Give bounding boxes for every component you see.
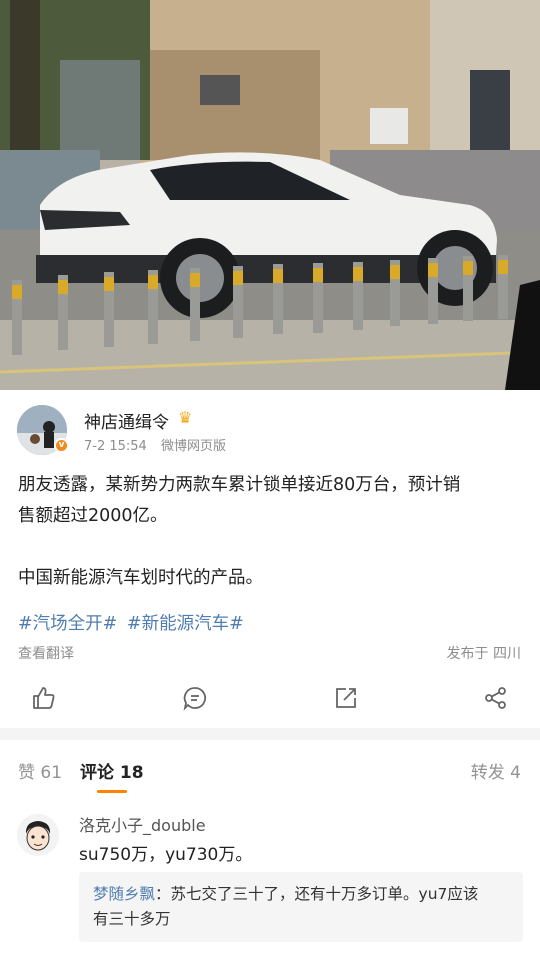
reply-preview[interactable]: 梦随乡飘：苏七交了三十了，还有十万多订单。yu7应该 有三十多万 (79, 872, 523, 942)
comment-icon[interactable] (182, 685, 208, 711)
post-content: 朋友透露，某新势力两款车累计锁单接近80万台，预计销 售额超过2000亿。 中国… (18, 470, 523, 594)
hashtags: #汽场全开# #新能源汽车# (18, 610, 248, 635)
translate-link[interactable]: 查看翻译 (18, 643, 74, 663)
post-photo[interactable] (0, 0, 540, 390)
content-line: 中国新能源汽车划时代的产品。 (18, 568, 263, 588)
interaction-tabs: 赞 61 评论 18 转发 4 (0, 740, 540, 798)
verified-badge-icon: v (54, 438, 69, 453)
username[interactable]: 神店通缉令 (84, 408, 169, 433)
reply-text: 有三十多万 (93, 910, 171, 928)
post-source: 微博网页版 (160, 439, 226, 454)
tab-likes[interactable]: 赞 61 (18, 758, 62, 783)
share-forward-icon[interactable] (333, 685, 359, 711)
post-location: 发布于 四川 (446, 646, 521, 662)
thumbs-up-icon[interactable] (31, 685, 57, 711)
crown-icon: ♛ (178, 408, 193, 427)
reply-text: ：苏七交了三十了，还有十万多订单。yu7应该 (155, 885, 479, 903)
post-meta: 7-2 15:54 微博网页版 (84, 435, 226, 454)
active-tab-indicator (97, 790, 127, 793)
tab-reposts[interactable]: 转发 4 (471, 758, 521, 783)
avatar[interactable] (17, 814, 59, 856)
comment-text: su750万，yu730万。 (79, 845, 253, 865)
comment-author[interactable]: 洛克小子_double (79, 812, 206, 836)
section-divider (0, 728, 540, 740)
reply-author[interactable]: 梦随乡飘 (93, 885, 155, 903)
content-line: 售额超过2000亿。 (18, 506, 168, 526)
action-bar (0, 680, 540, 720)
post-date: 7-2 15:54 (84, 439, 147, 454)
tab-comments[interactable]: 评论 18 (80, 758, 144, 783)
share-network-icon[interactable] (483, 685, 509, 711)
hashtag-link[interactable]: #汽场全开# (18, 614, 117, 634)
content-line: 朋友透露，某新势力两款车累计锁单接近80万台，预计销 (18, 475, 461, 495)
hashtag-link[interactable]: #新能源汽车# (127, 614, 244, 634)
